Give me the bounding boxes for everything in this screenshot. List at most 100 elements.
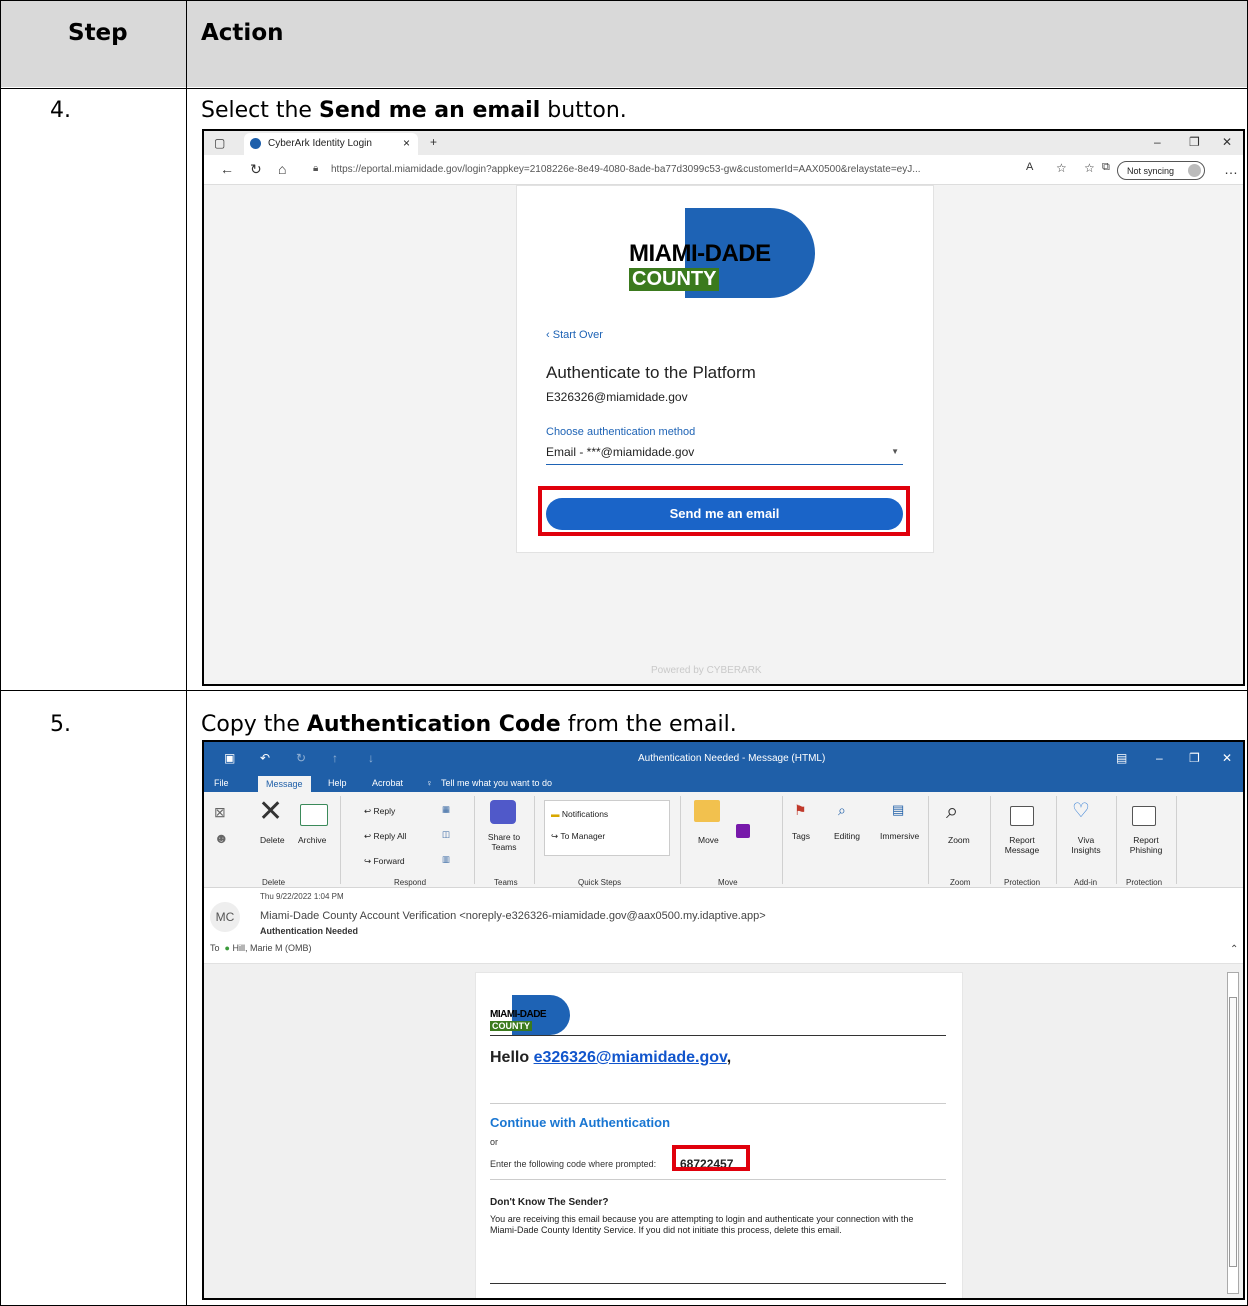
- highlight-box: [538, 486, 910, 536]
- back-icon[interactable]: ←: [220, 161, 234, 177]
- report-message-button[interactable]: Report Message: [1000, 835, 1044, 855]
- tell-me-search[interactable]: Tell me what you want to do: [441, 778, 552, 788]
- share-to-teams-button[interactable]: Share to Teams: [486, 832, 522, 852]
- header-action: Action: [201, 20, 284, 46]
- powered-by: Powered by CYBERARK: [651, 665, 762, 676]
- procedure-table: Step Action 4. Select the Send me an ema…: [0, 0, 1248, 1306]
- profile-sync-button[interactable]: Not syncing: [1117, 161, 1205, 180]
- group-respond: Respond: [394, 878, 427, 887]
- notifications-quick-step[interactable]: ▬ Notifications: [551, 809, 608, 819]
- close-tab-icon[interactable]: ×: [403, 136, 410, 150]
- restore-icon[interactable]: ❐: [1189, 135, 1200, 149]
- tab-actions-icon[interactable]: ▢: [214, 136, 225, 150]
- folder-icon: ▬: [551, 809, 562, 819]
- caret-down-icon: ▼: [891, 447, 899, 456]
- message-header: MC Thu 9/22/2022 1:04 PM Miami-Dade Coun…: [204, 888, 1243, 964]
- zoom-button[interactable]: Zoom: [948, 835, 970, 845]
- close-window-icon[interactable]: ✕: [1222, 751, 1232, 765]
- group-delete: Delete: [262, 878, 286, 887]
- undo-icon[interactable]: ↶: [260, 751, 270, 765]
- header-step: Step: [68, 20, 128, 46]
- save-icon[interactable]: ▣: [224, 751, 235, 765]
- auth-method-select[interactable]: Email - ***@miamidade.gov ▼: [546, 445, 903, 465]
- reply-all-button[interactable]: ↩ Reply All: [364, 831, 407, 842]
- refresh-icon[interactable]: ↻: [250, 161, 262, 178]
- step-number: 4.: [50, 98, 71, 123]
- editing-button[interactable]: Editing: [834, 831, 860, 841]
- report-message-icon[interactable]: [1010, 806, 1034, 826]
- browser-screenshot: ▢ CyberArk Identity Login × + – ❐ ✕ ← ↻ …: [202, 129, 1245, 686]
- teams-icon[interactable]: [490, 800, 516, 824]
- flag-icon[interactable]: ⚑: [794, 802, 807, 819]
- to-line: To ● Hill, Marie M (OMB): [210, 943, 312, 953]
- move-folder-icon[interactable]: [694, 800, 720, 822]
- menu-bar: File Message Help Acrobat ♀ Tell me what…: [204, 774, 1243, 792]
- archive-button[interactable]: Archive: [298, 835, 326, 845]
- delete-button[interactable]: Delete: [260, 835, 285, 845]
- user-email-link[interactable]: e326326@miamidade.gov: [534, 1049, 727, 1066]
- immersive-button[interactable]: Immersive: [880, 831, 919, 841]
- cyberark-favicon-icon: [250, 138, 261, 149]
- redo-icon[interactable]: ↻: [296, 751, 306, 765]
- browser-tab[interactable]: CyberArk Identity Login ×: [244, 133, 418, 155]
- down-icon[interactable]: ↓: [368, 751, 374, 765]
- delete-x-icon[interactable]: ✕: [258, 794, 283, 829]
- minimize-icon[interactable]: –: [1156, 751, 1163, 765]
- menu-message[interactable]: Message: [258, 776, 311, 792]
- group-zoom: Zoom: [950, 878, 971, 887]
- im-icon[interactable]: ▥: [442, 854, 450, 865]
- collapse-header-icon[interactable]: ⌃: [1230, 944, 1238, 955]
- url-field[interactable]: 🔒︎ https://eportal.miamidade.gov/login?a…: [311, 159, 1056, 181]
- archive-icon[interactable]: [300, 804, 328, 826]
- ribbon: ⊠ ☻ ✕ Delete Archive ↩ Reply ↩ Reply All…: [204, 792, 1243, 888]
- viva-insights-button[interactable]: Viva Insights: [1066, 835, 1106, 855]
- scrollbar[interactable]: [1227, 972, 1239, 1294]
- close-window-icon[interactable]: ✕: [1222, 135, 1232, 149]
- viva-insights-icon[interactable]: ♡: [1072, 798, 1090, 823]
- meeting-icon[interactable]: ▦: [442, 804, 450, 815]
- reply-button[interactable]: ↩ Reply: [364, 806, 395, 817]
- more-respond-icon[interactable]: ◫: [442, 829, 450, 840]
- email-content: MIAMI-DADE COUNTY Hello e326326@miamidad…: [475, 972, 963, 1298]
- tags-button[interactable]: Tags: [792, 831, 810, 841]
- table-header: [1, 1, 1247, 87]
- scrollbar-thumb[interactable]: [1229, 997, 1237, 1267]
- ribbon-display-icon[interactable]: ▤: [1116, 751, 1127, 765]
- outlook-screenshot: ▣ ↶ ↻ ↑ ↓ Authentication Needed - Messag…: [202, 740, 1245, 1300]
- group-quick-steps: Quick Steps: [578, 878, 622, 887]
- ignore-icon[interactable]: ⊠: [214, 804, 226, 821]
- search-icon[interactable]: ⌕: [838, 802, 846, 819]
- read-aloud-icon[interactable]: A: [1026, 161, 1033, 173]
- to-manager-quick-step[interactable]: ↪ To Manager: [551, 831, 605, 842]
- start-over-link[interactable]: ‹ Start Over: [546, 329, 603, 341]
- zoom-icon[interactable]: ⌕: [946, 798, 958, 824]
- menu-acrobat[interactable]: Acrobat: [372, 778, 403, 788]
- immersive-reader-icon[interactable]: ▤: [892, 802, 904, 818]
- home-icon[interactable]: ⌂: [278, 161, 286, 177]
- more-icon[interactable]: …: [1224, 161, 1238, 177]
- quick-steps-gallery: ▬ Notifications ↪ To Manager: [544, 800, 670, 856]
- restore-icon[interactable]: ❐: [1189, 751, 1200, 765]
- message-date: Thu 9/22/2022 1:04 PM: [260, 892, 344, 901]
- junk-icon[interactable]: ☻: [214, 830, 229, 846]
- collections-icon[interactable]: ⧉: [1102, 161, 1110, 174]
- up-icon[interactable]: ↑: [332, 751, 338, 765]
- forward-button[interactable]: ↪ Forward: [364, 856, 405, 867]
- favorites-icon[interactable]: ☆: [1084, 161, 1095, 175]
- message-subject: Authentication Needed: [260, 926, 359, 936]
- move-button[interactable]: Move: [698, 835, 719, 845]
- miami-dade-logo: MIAMI-DADE COUNTY: [629, 208, 819, 298]
- or-text: or: [490, 1137, 499, 1147]
- menu-help[interactable]: Help: [328, 778, 347, 788]
- new-tab-icon[interactable]: +: [430, 135, 437, 149]
- code-prompt: Enter the following code where prompted:: [490, 1159, 657, 1169]
- report-phishing-button[interactable]: Report Phishing: [1124, 835, 1168, 855]
- report-phishing-icon[interactable]: [1132, 806, 1156, 826]
- favorites-add-icon[interactable]: ☆: [1056, 161, 1067, 175]
- onenote-icon[interactable]: [736, 824, 750, 838]
- minimize-icon[interactable]: –: [1154, 135, 1161, 149]
- address-bar: ← ↻ ⌂ 🔒︎ https://eportal.miamidade.gov/l…: [204, 155, 1243, 185]
- continue-authentication-link[interactable]: Continue with Authentication: [490, 1115, 670, 1130]
- step-number: 5.: [50, 712, 71, 737]
- menu-file[interactable]: File: [214, 778, 229, 788]
